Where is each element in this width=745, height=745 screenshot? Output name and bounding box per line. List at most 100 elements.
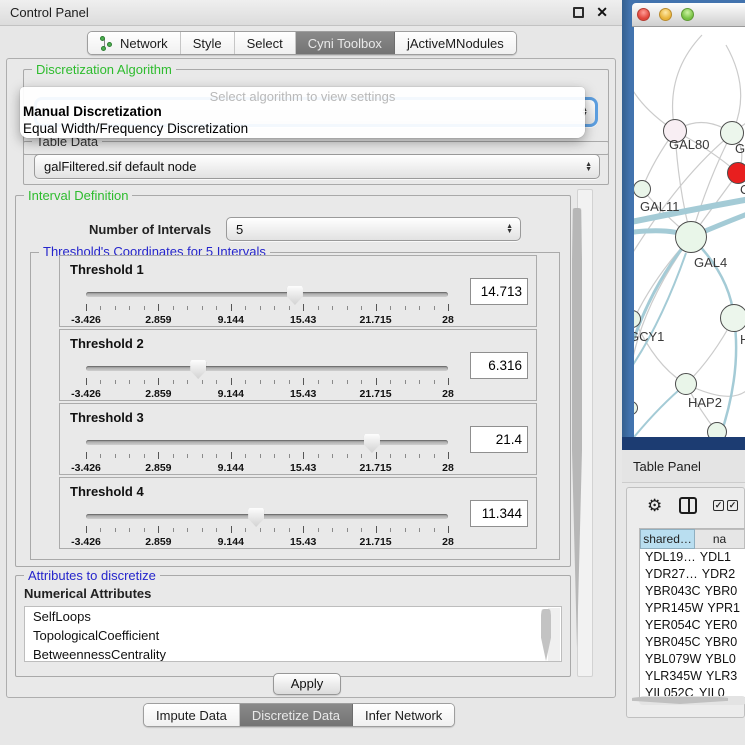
column-header-shared-name[interactable]: shared…: [640, 529, 695, 549]
num-intervals-combobox[interactable]: 5 ▲▼: [226, 217, 521, 241]
slider-track[interactable]: [86, 440, 448, 445]
network-icon: [100, 36, 114, 51]
slider-thumb[interactable]: [248, 508, 264, 527]
slider-track[interactable]: [86, 292, 448, 297]
slider-tick-labels: -3.4262.8599.14415.4321.71528: [86, 462, 448, 474]
slider-ticks: [86, 452, 448, 461]
settings-scrollbar[interactable]: [577, 189, 593, 677]
threshold-label: Threshold 3: [70, 410, 144, 425]
threshold-value-field[interactable]: 14.713: [470, 278, 528, 305]
gear-icon[interactable]: ⚙: [647, 496, 662, 516]
slider-thumb[interactable]: [287, 286, 303, 305]
threshold-slider[interactable]: -3.4262.8599.14415.4321.71528: [86, 360, 448, 398]
numerical-attributes-list[interactable]: SelfLoopsTopologicalCoefficientBetweenne…: [24, 606, 562, 662]
network-window-titlebar[interactable]: [632, 3, 745, 27]
table-data-group: Table Data galFiltered.sif default node …: [23, 141, 609, 185]
table-cell: YLR345W: [640, 668, 702, 685]
slider-track[interactable]: [86, 514, 448, 519]
dropdown-option-equal-width[interactable]: Equal Width/Frequency Discretization: [20, 120, 585, 137]
interval-definition-group: Interval Definition Number of Intervals …: [15, 195, 571, 567]
node-label: GAL11: [640, 199, 680, 214]
table-horizontal-scrollbar[interactable]: [639, 696, 745, 705]
dropdown-option-manual[interactable]: Manual Discretization: [20, 103, 585, 120]
list-scrollbar[interactable]: [548, 608, 560, 662]
float-window-icon[interactable]: [573, 7, 584, 18]
cyni-toolbox-panel: Discretization Algorithm ▲▼ Table Data g…: [6, 58, 616, 698]
zoom-traffic-icon[interactable]: [681, 8, 694, 21]
close-traffic-icon[interactable]: [637, 8, 650, 21]
slider-thumb[interactable]: [190, 360, 206, 379]
tab-label: Select: [247, 36, 283, 51]
slider-thumb[interactable]: [364, 434, 380, 453]
network-canvas[interactable]: GAL80GALCGAL11GAL4GCY1HHAP2: [634, 27, 745, 437]
table-panel-header: Table Panel: [622, 450, 745, 483]
table-header-row: shared… na: [640, 529, 745, 549]
tab-label: jActiveMNodules: [407, 36, 504, 51]
threshold-slider[interactable]: -3.4262.8599.14415.4321.71528: [86, 434, 448, 472]
attribute-items: SelfLoopsTopologicalCoefficientBetweenne…: [25, 607, 561, 662]
dropdown-hint: Select algorithm to view settings: [20, 87, 585, 103]
minimize-traffic-icon[interactable]: [659, 8, 672, 21]
settings-scroll-area: Interval Definition Number of Intervals …: [7, 187, 617, 679]
table-row[interactable]: YBR045CYBR0: [640, 634, 745, 651]
group-title: Attributes to discretize: [24, 568, 160, 583]
node-h[interactable]: [720, 304, 745, 332]
tab-select[interactable]: Select: [235, 32, 296, 54]
threshold-slider[interactable]: -3.4262.8599.14415.4321.71528: [86, 508, 448, 546]
slider-track[interactable]: [86, 366, 448, 371]
combo-arrows-icon: ▲▼: [585, 162, 592, 172]
checkbox-icon[interactable]: ✓: [713, 500, 724, 511]
node-label: GCY1: [634, 329, 664, 344]
close-icon[interactable]: ✕: [596, 4, 608, 21]
tab-discretize-data[interactable]: Discretize Data: [240, 704, 353, 726]
table-row[interactable]: YPR145WYPR1: [640, 600, 745, 617]
attribute-item[interactable]: BetweennessCentrality: [25, 645, 561, 662]
scrollbar-thumb[interactable]: [572, 208, 582, 648]
table-cell: YPR145W: [640, 600, 703, 617]
threshold-value-field[interactable]: 21.4: [470, 426, 528, 453]
table-row[interactable]: YBR043CYBR0: [640, 583, 745, 600]
checkbox-icon[interactable]: ✓: [727, 500, 738, 511]
apply-button[interactable]: Apply: [273, 673, 341, 695]
table-data-combobox[interactable]: galFiltered.sif default node ▲▼: [34, 154, 600, 179]
thresholds-container: Threshold 1 -3.4262.8599.14415.4321.7152…: [31, 255, 559, 549]
attribute-item[interactable]: TopologicalCoefficient: [25, 626, 561, 645]
tab-infer-network[interactable]: Infer Network: [353, 704, 454, 726]
tab-impute-data[interactable]: Impute Data: [144, 704, 240, 726]
table-row[interactable]: YDL19…YDL1: [640, 549, 745, 566]
tab-network[interactable]: Network: [88, 32, 181, 54]
column-header-name[interactable]: na: [695, 529, 745, 549]
attribute-item[interactable]: SelfLoops: [25, 607, 561, 626]
threshold-value-field[interactable]: 11.344: [470, 500, 528, 527]
control-panel-titlebar: Control Panel ✕: [0, 0, 622, 26]
node[interactable]: [707, 422, 727, 437]
node-hap2[interactable]: [675, 373, 697, 395]
node-c[interactable]: [727, 162, 745, 184]
tab-jactivemnodules[interactable]: jActiveMNodules: [395, 32, 516, 54]
network-view-window[interactable]: GAL80GALCGAL11GAL4GCY1HHAP2: [622, 0, 745, 450]
slider-ticks: [86, 378, 448, 387]
table-row[interactable]: YDR27…YDR2: [640, 566, 745, 583]
table-cell: YER054C: [640, 617, 701, 634]
slider-tick-labels: -3.4262.8599.14415.4321.71528: [86, 314, 448, 326]
node-table[interactable]: shared… na YDL19…YDL1YDR27…YDR2YBR043CYB…: [639, 528, 745, 698]
node-gal4[interactable]: [675, 221, 707, 253]
table-toolbar: ⚙ ✓ ✓: [627, 488, 744, 526]
split-columns-icon[interactable]: [679, 497, 697, 514]
slider-ticks: [86, 304, 448, 313]
table-row[interactable]: YER054CYER0: [640, 617, 745, 634]
node-label: GAL80: [669, 137, 709, 152]
threshold-value-field[interactable]: 6.316: [470, 352, 528, 379]
threshold-slider[interactable]: -3.4262.8599.14415.4321.71528: [86, 286, 448, 324]
tab-cyni-toolbox[interactable]: Cyni Toolbox: [296, 32, 395, 54]
table-cell: YBL0: [701, 651, 745, 668]
table-cell: YLR3: [702, 668, 745, 685]
tab-style[interactable]: Style: [181, 32, 235, 54]
threshold-label: Threshold 2: [70, 336, 144, 351]
slider-tick-labels: -3.4262.8599.14415.4321.71528: [86, 536, 448, 548]
scrollbar-thumb[interactable]: [632, 697, 728, 704]
table-row[interactable]: YLR345WYLR3: [640, 668, 745, 685]
thresholds-group: Threshold's Coordinates for 5 Intervals …: [30, 252, 560, 560]
table-row[interactable]: YBL079WYBL0: [640, 651, 745, 668]
table-cell: YPR1: [703, 600, 745, 617]
